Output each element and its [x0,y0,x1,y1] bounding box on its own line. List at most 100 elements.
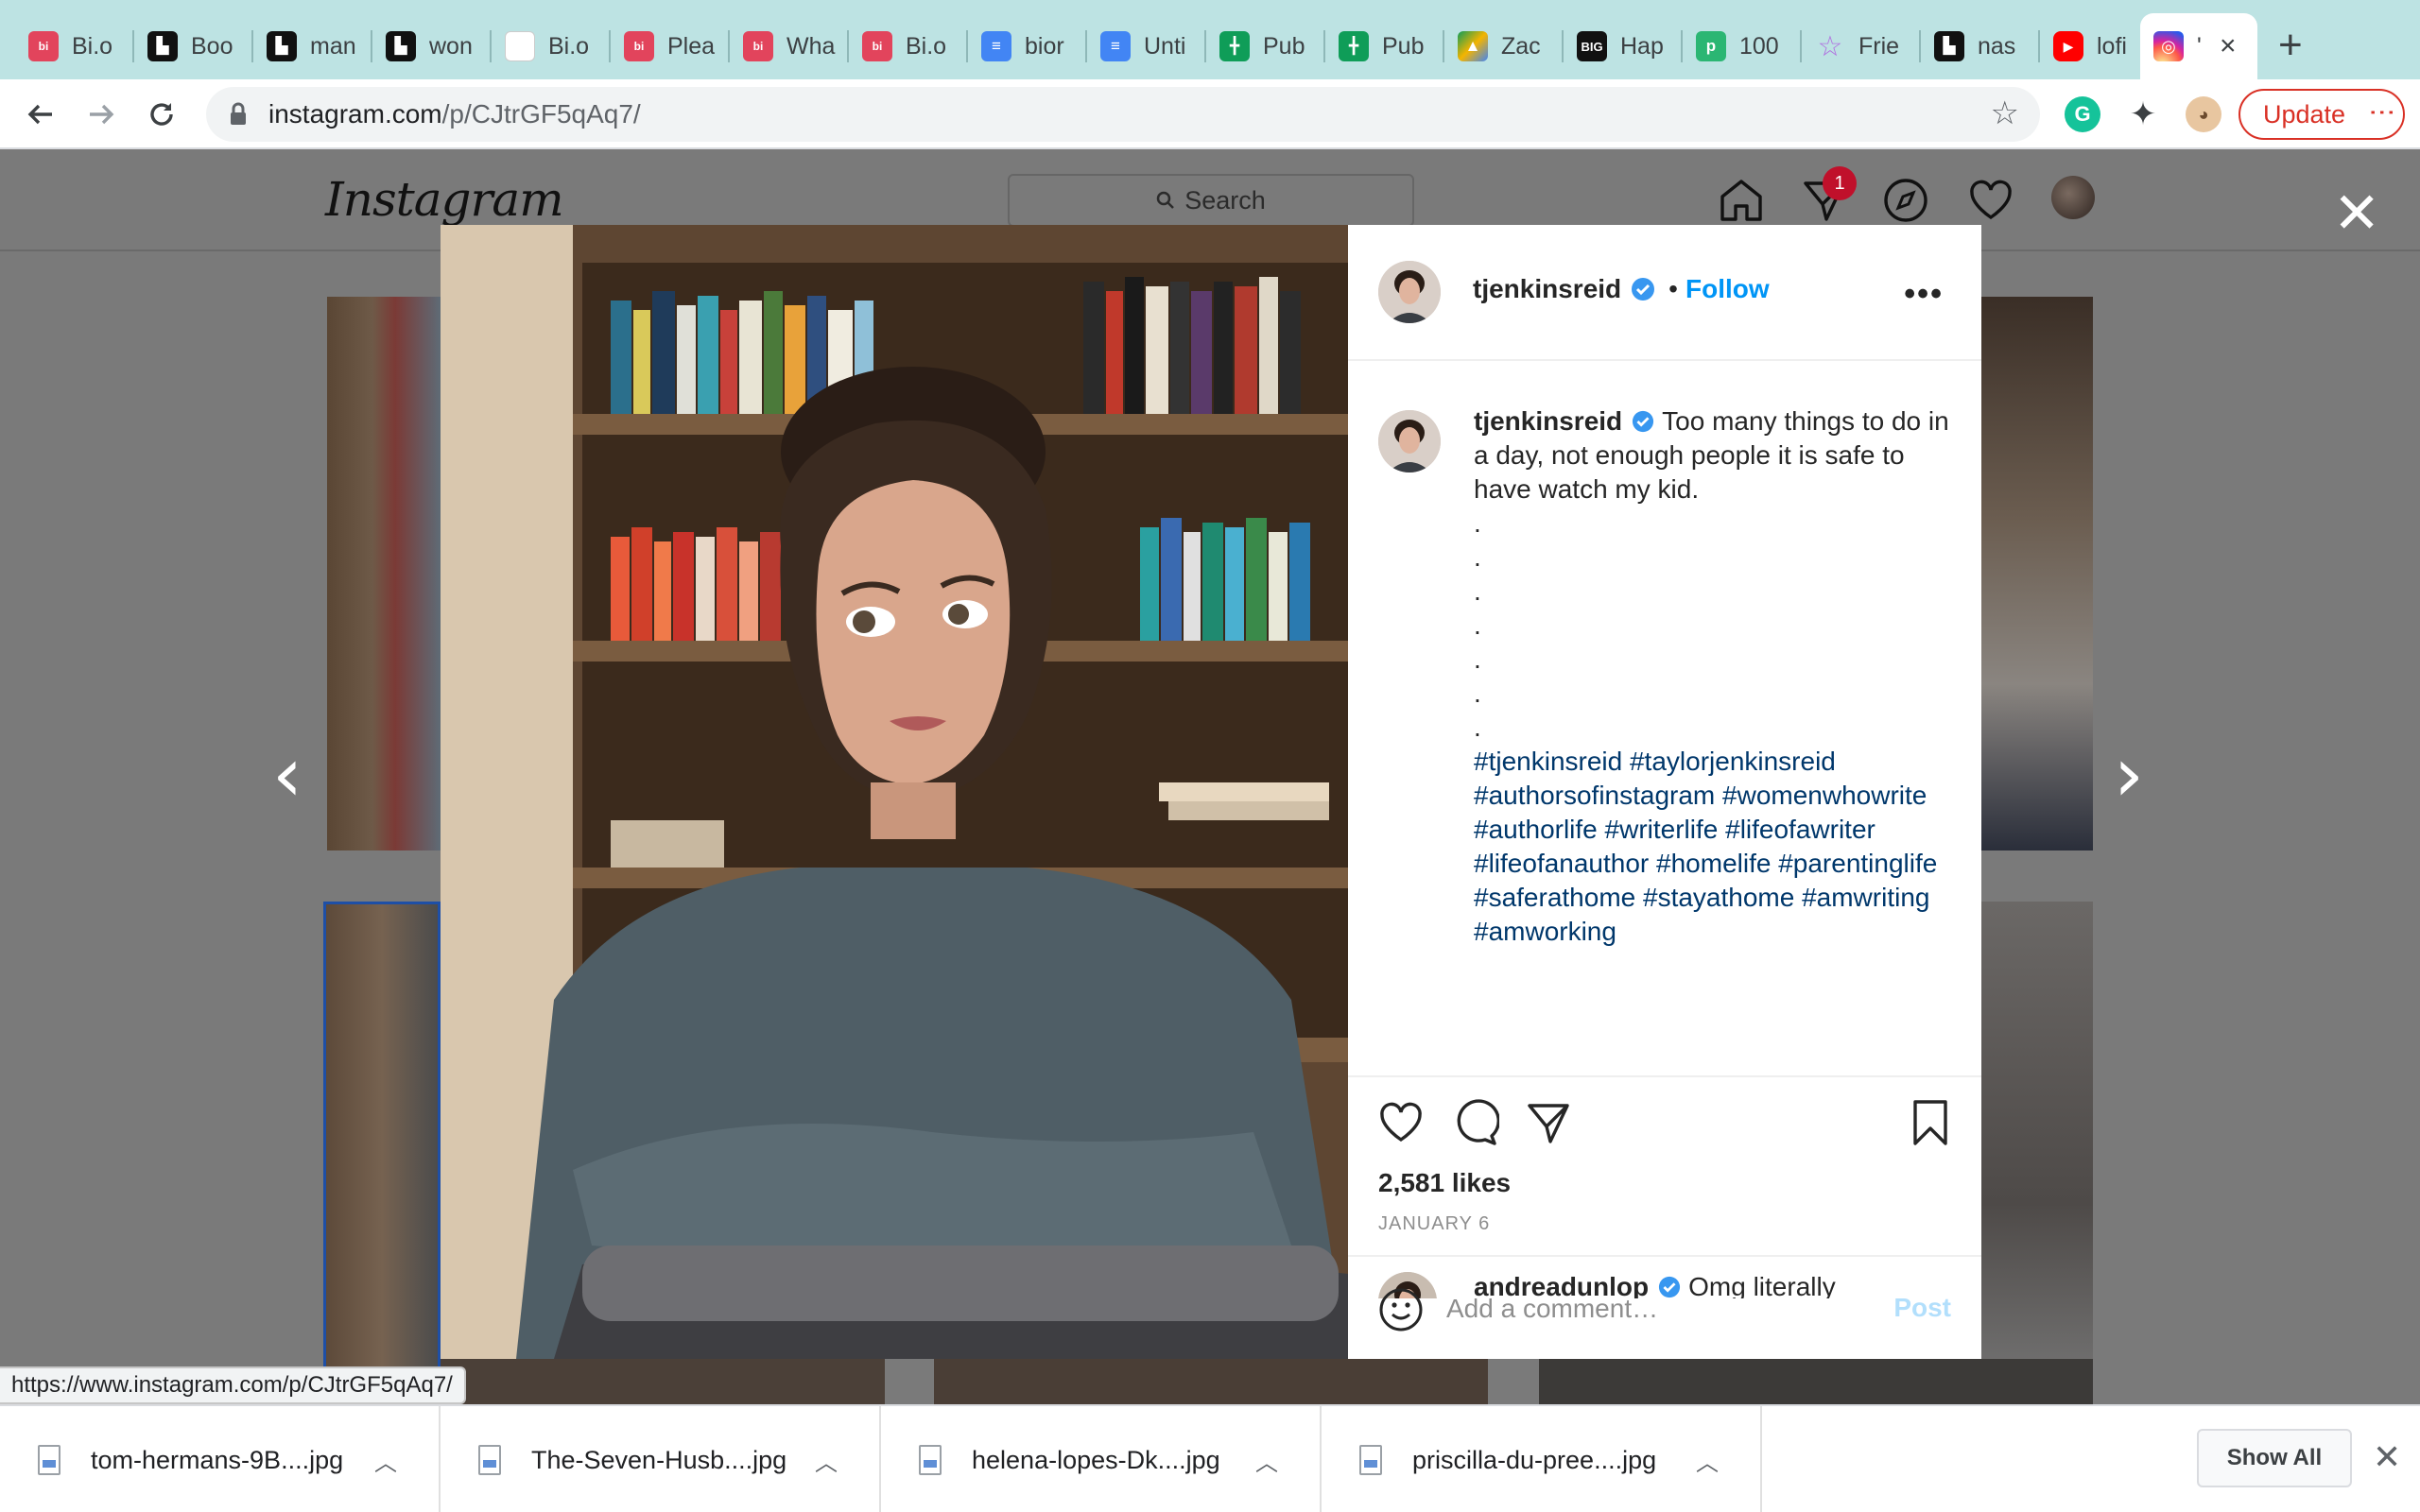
browser-tab[interactable]: Bi.o [492,13,611,79]
post-photo[interactable] [441,225,1348,1359]
post-modal: tjenkinsreid • Follow ••• tjenkinsreid To… [441,225,1981,1359]
downloads-bar: tom-hermans-9B....jpg ︿ The-Seven-Husb..… [0,1404,2420,1512]
jpeg-file-icon [38,1445,60,1475]
like-heart-icon[interactable] [1376,1098,1426,1147]
notification-badge: 1 [1823,166,1857,200]
browser-tab[interactable]: ╋ Pub [1206,13,1325,79]
browser-tab[interactable]: ╋ Pub [1325,13,1444,79]
jpeg-file-icon [478,1445,501,1475]
browser-tab[interactable]: ≡ bior [968,13,1087,79]
biorg-icon: bi [862,31,892,61]
sheets-icon: ╋ [1219,31,1250,61]
download-item[interactable]: tom-hermans-9B....jpg ︿ [0,1406,441,1512]
profile-avatar-nav[interactable] [2051,176,2095,219]
browser-tab[interactable]: ▶ lofi [2040,13,2140,79]
bookmark-star-icon[interactable]: ☆ [1991,94,2019,132]
arrow-left-icon [27,104,52,125]
verified-badge-icon [1632,278,1655,301]
green-square-icon: p [1696,31,1726,61]
instagram-icon: ◎ [2153,31,2184,61]
browser-tab[interactable]: BIG Hap [1564,13,1683,79]
download-item[interactable]: priscilla-du-pree....jpg ︿ [1322,1406,1762,1512]
browser-tab[interactable]: ☆ Frie [1802,13,1921,79]
follow-button[interactable]: Follow [1685,274,1770,304]
background-post-thumbnail[interactable] [441,1359,885,1404]
star-icon: ☆ [1817,30,1843,62]
more-options-icon[interactable]: ••• [1904,276,1944,313]
chevron-up-icon[interactable]: ︿ [1696,1444,1719,1477]
download-item[interactable]: helena-lopes-Dk....jpg ︿ [881,1406,1322,1512]
next-post-arrow[interactable]: › [2114,737,2144,813]
background-post-thumbnail[interactable] [934,1359,1488,1404]
caption-author-avatar[interactable] [1378,410,1441,472]
home-icon[interactable] [1717,176,1766,225]
post-photo-image [441,225,1348,1359]
address-bar[interactable]: instagram.com/p/CJtrGF5qAq7/ ☆ [206,87,2040,142]
unsplash-icon: ▙ [386,31,416,61]
kebab-menu-icon[interactable]: ⋮ [2368,99,2397,126]
browser-tab[interactable]: ▙ man [253,13,372,79]
activity-heart-icon[interactable] [1966,176,2015,225]
instagram-logo[interactable]: Instagram [325,172,564,227]
close-downloads-bar-icon[interactable]: ✕ [2373,1438,2401,1476]
browser-tab[interactable]: ≡ Unti [1087,13,1206,79]
reload-icon [150,103,173,126]
docs-icon: ≡ [1100,31,1131,61]
explore-compass-icon[interactable] [1881,176,1930,225]
grammarly-extension-icon[interactable]: G [2065,96,2100,132]
share-paper-plane-icon[interactable] [1524,1098,1573,1147]
background-post-thumbnail[interactable] [1981,297,2093,850]
chevron-up-icon[interactable]: ︿ [374,1444,397,1477]
comment-bubble-icon[interactable] [1450,1098,1499,1147]
biorg-icon: bi [28,31,59,61]
background-post-thumbnail[interactable] [327,297,441,850]
profile-avatar[interactable]: ◕ [2186,96,2221,132]
forward-button[interactable] [79,93,123,136]
caption-hashtags[interactable]: #tjenkinsreid #taylorjenkinsreid #author… [1474,747,1937,946]
background-post-thumbnail[interactable] [1539,1359,2093,1404]
caption-author-username[interactable]: tjenkinsreid [1474,406,1622,436]
youtube-icon: ▶ [2053,31,2083,61]
author-username[interactable]: tjenkinsreid [1473,274,1621,304]
browser-tab[interactable]: bi Bi.o [849,13,968,79]
browser-tab[interactable]: bi Plea [611,13,730,79]
new-tab-button[interactable]: + [2278,23,2303,68]
big-icon: BIG [1577,31,1607,61]
emoji-smiley-icon[interactable] [1378,1287,1424,1332]
author-avatar[interactable] [1378,261,1441,323]
address-url: instagram.com/p/CJtrGF5qAq7/ [268,99,641,129]
search-input[interactable]: Search [1008,174,1414,227]
browser-toolbar: instagram.com/p/CJtrGF5qAq7/ ☆ G ✦ ◕ Upd… [0,79,2420,149]
post-comment-button[interactable]: Post [1893,1293,1951,1323]
close-tab-icon[interactable]: × [2220,30,2237,62]
previous-post-arrow[interactable]: ‹ [272,737,302,813]
puzzle-extensions-icon[interactable]: ✦ [2125,96,2161,132]
author-avatar-image [1378,410,1441,472]
comment-input[interactable] [1446,1285,1853,1332]
background-post-thumbnail-selected[interactable] [323,902,441,1404]
show-all-downloads-button[interactable]: Show All [2197,1429,2352,1487]
search-icon [1156,191,1175,209]
browser-tab-active[interactable]: ◎ ' × [2140,13,2257,79]
like-count[interactable]: 2,581 likes [1378,1168,1511,1198]
reload-button[interactable] [140,93,183,136]
update-button[interactable]: Update ⋮ [2238,89,2405,140]
download-item[interactable]: The-Seven-Husb....jpg ︿ [441,1406,881,1512]
add-comment-bar: Post [1348,1255,1981,1359]
arrow-right-icon [90,104,114,125]
browser-tab[interactable]: ▙ won [372,13,492,79]
background-post-thumbnail[interactable] [1981,902,2093,1404]
chevron-up-icon[interactable]: ︿ [815,1444,838,1477]
browser-tab[interactable]: bi Bi.o [15,13,134,79]
browser-tab[interactable]: ▙ Boo [134,13,253,79]
browser-tab[interactable]: p 100 [1683,13,1802,79]
browser-tab[interactable]: bi Wha [730,13,849,79]
back-button[interactable] [19,93,62,136]
save-bookmark-icon[interactable] [1906,1098,1955,1147]
verified-badge-icon [1633,410,1654,433]
browser-tab[interactable]: ▲ Zac [1444,13,1564,79]
browser-tab[interactable]: ▙ nas [1921,13,2040,79]
lock-icon [231,102,246,125]
close-modal-icon[interactable]: ✕ [2333,185,2380,242]
chevron-up-icon[interactable]: ︿ [1255,1444,1278,1477]
